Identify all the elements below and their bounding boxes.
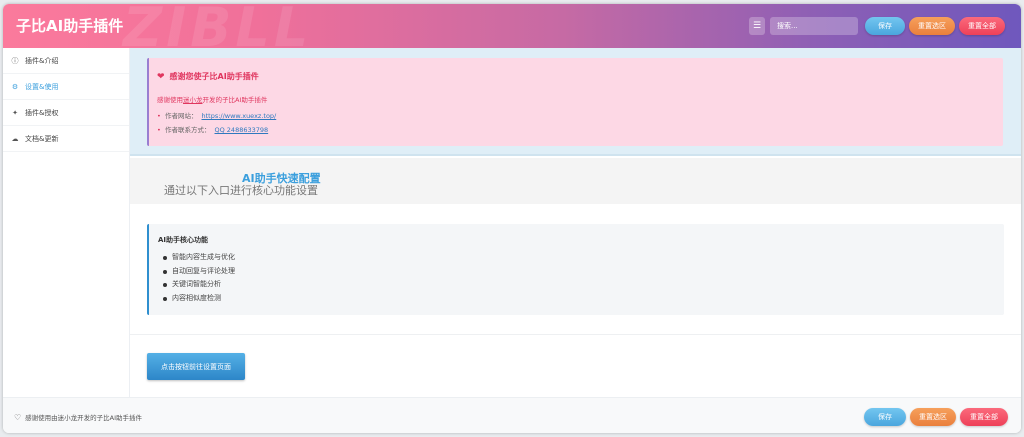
- divider: [130, 334, 1021, 335]
- goto-settings-button[interactable]: 点击按钮前往设置页面: [147, 353, 245, 380]
- footer-toolbar: 保存 重置选区 重置全部: [864, 408, 1008, 426]
- info-icon: ⓘ: [11, 56, 19, 65]
- notice-subtitle-prefix: 感谢使用: [157, 96, 183, 104]
- sidebar-item-label: 插件&介绍: [25, 56, 59, 65]
- website-label: 作者网站：: [165, 112, 198, 120]
- heart-icon: ❤: [157, 71, 165, 82]
- footer-credit-text: 感谢使用由迷小龙开发的子比AI助手插件: [25, 414, 143, 422]
- list-item: 内容相似度检测: [163, 292, 235, 306]
- header-bar: ZIBLL 子比AI助手插件 ☰ 保存 重置选区 重置全部: [3, 4, 1021, 48]
- search-input[interactable]: [770, 17, 858, 35]
- sidebar-item-intro[interactable]: ⓘ 插件&介绍: [3, 48, 129, 74]
- website-link[interactable]: https://www.xuexz.top/: [202, 112, 277, 120]
- footer-reset-section-button[interactable]: 重置选区: [910, 408, 956, 426]
- sidebar-item-settings[interactable]: ⚙ 设置&使用: [3, 74, 129, 100]
- app-window: ZIBLL 子比AI助手插件 ☰ 保存 重置选区 重置全部 ⓘ 插件&介绍 ⚙ …: [3, 4, 1021, 433]
- quick-config-subtitle: 通过以下入口进行核心功能设置: [164, 184, 318, 197]
- contact-label: 作者联系方式：: [165, 126, 211, 134]
- list-icon[interactable]: ☰: [749, 17, 765, 35]
- header-watermark: ZIBLL: [123, 4, 313, 48]
- cloud-download-icon: ☁: [11, 134, 19, 143]
- sidebar-item-label: 设置&使用: [25, 82, 59, 91]
- features-list: 智能内容生成与优化 自动回复与评论处理 关键词智能分析 内容相似度检测: [163, 251, 235, 305]
- author-info-list: 作者网站： https://www.xuexz.top/ 作者联系方式： QQ 24…: [157, 109, 276, 137]
- reset-all-button[interactable]: 重置全部: [959, 17, 1005, 35]
- list-item: 关键词智能分析: [163, 278, 235, 292]
- notice-title: ❤ 感谢您使子比AI助手插件: [157, 71, 259, 82]
- save-button[interactable]: 保存: [865, 17, 905, 35]
- quick-config-section: AI助手快速配置 通过以下入口进行核心功能设置: [130, 158, 1021, 204]
- footer-credit: ♡ 感谢使用由迷小龙开发的子比AI助手插件: [14, 412, 143, 423]
- sidebar-item-docs[interactable]: ☁ 文档&更新: [3, 126, 129, 152]
- main-content: ❤ 感谢您使子比AI助手插件 感谢使用迷小龙开发的子比AI助手插件 作者网站： h…: [130, 48, 1021, 397]
- sidebar: ⓘ 插件&介绍 ⚙ 设置&使用 ✦ 插件&授权 ☁ 文档&更新: [3, 48, 130, 397]
- footer-save-button[interactable]: 保存: [864, 408, 906, 426]
- author-link[interactable]: 迷小龙: [183, 96, 203, 104]
- notice-subtitle: 感谢使用迷小龙开发的子比AI助手插件: [157, 94, 267, 104]
- notice-section: ❤ 感谢您使子比AI助手插件 感谢使用迷小龙开发的子比AI助手插件 作者网站： h…: [130, 48, 1021, 156]
- contact-link[interactable]: QQ 2488633798: [215, 126, 269, 134]
- list-item: 自动回复与评论处理: [163, 265, 235, 279]
- thanks-notice: ❤ 感谢您使子比AI助手插件 感谢使用迷小龙开发的子比AI助手插件 作者网站： h…: [147, 58, 1003, 146]
- list-item: 作者网站： https://www.xuexz.top/: [157, 109, 276, 123]
- list-item: 智能内容生成与优化: [163, 251, 235, 265]
- gears-icon: ⚙: [11, 82, 19, 91]
- notice-subtitle-suffix: 开发的子比AI助手插件: [202, 96, 268, 104]
- handshake-icon: ✦: [12, 108, 18, 117]
- app-title: 子比AI助手插件: [16, 17, 124, 35]
- sidebar-item-license[interactable]: ✦ 插件&授权: [3, 100, 129, 126]
- footer-reset-all-button[interactable]: 重置全部: [960, 408, 1008, 426]
- core-features-card: AI助手核心功能 智能内容生成与优化 自动回复与评论处理 关键词智能分析 内容相…: [147, 224, 1004, 315]
- features-title: AI助手核心功能: [158, 236, 209, 244]
- list-item: 作者联系方式： QQ 2488633798: [157, 123, 276, 137]
- sidebar-item-label: 插件&授权: [25, 108, 59, 117]
- reset-section-button[interactable]: 重置选区: [909, 17, 955, 35]
- footer-bar: ♡ 感谢使用由迷小龙开发的子比AI助手插件 保存 重置选区 重置全部: [3, 397, 1021, 433]
- notice-title-text: 感谢您使子比AI助手插件: [169, 72, 259, 81]
- sidebar-item-label: 文档&更新: [25, 134, 59, 143]
- heart-outline-icon: ♡: [14, 412, 22, 422]
- header-toolbar: ☰ 保存 重置选区 重置全部: [749, 16, 1005, 36]
